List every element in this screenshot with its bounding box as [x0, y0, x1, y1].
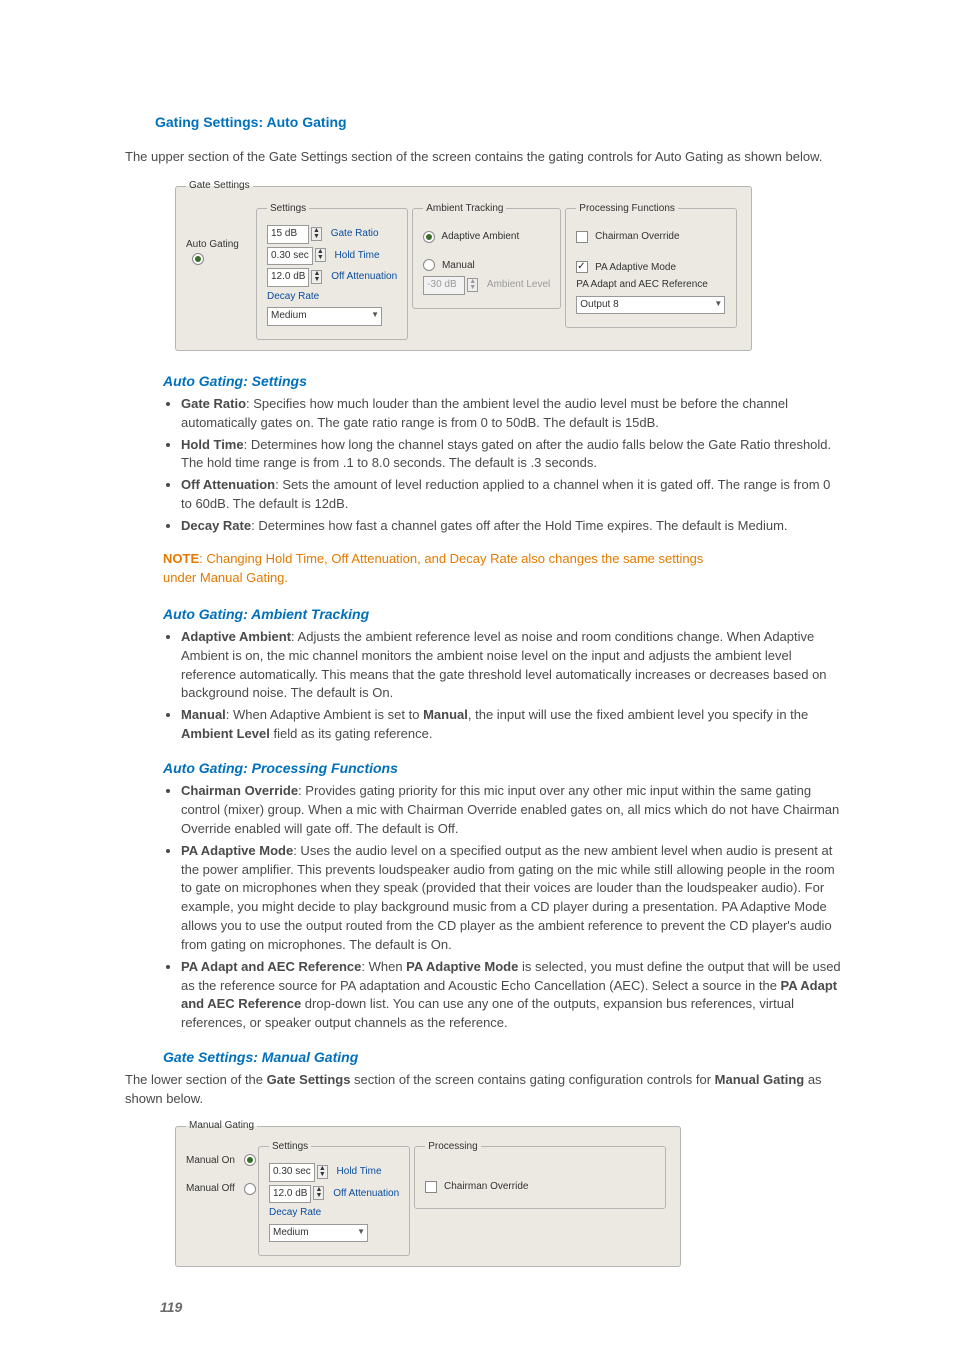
hold-time-input[interactable]: 0.30 sec — [267, 247, 313, 266]
manual-ambient-label: Manual — [442, 260, 475, 271]
spinner-icon[interactable]: ▲▼ — [315, 248, 326, 262]
term-manual: Manual — [181, 707, 226, 722]
manual-decay-label: Decay Rate — [269, 1206, 399, 1221]
text: : Sets the amount of level reduction app… — [181, 477, 830, 511]
gate-settings-legend: Gate Settings — [186, 179, 253, 194]
manual-gating-screenshot: Manual Gating Manual On Manual Off Setti… — [175, 1119, 844, 1267]
text: : When — [361, 959, 406, 974]
text: section of the screen contains gating co… — [350, 1072, 714, 1087]
manual-hold-time-label: Hold Time — [337, 1166, 382, 1177]
term-decay-rate: Decay Rate — [181, 518, 251, 533]
manual-off-atten-label: Off Attenuation — [333, 1188, 399, 1199]
note-text: : Changing Hold Time, Off Attenuation, a… — [163, 551, 703, 585]
ambient-tracking-heading: Auto Gating: Ambient Tracking — [163, 604, 844, 624]
spinner-icon[interactable]: ▲▼ — [313, 1186, 324, 1200]
manual-gating-legend: Manual Gating — [186, 1119, 257, 1134]
settings-legend: Settings — [267, 202, 309, 217]
manual-processing-legend: Processing — [425, 1140, 480, 1155]
section-title: Gating Settings: Auto Gating — [155, 112, 844, 132]
text: field as its gating reference. — [270, 726, 433, 741]
text-bold: Gate Settings — [267, 1072, 351, 1087]
term-gate-ratio: Gate Ratio — [181, 396, 246, 411]
decay-rate-select[interactable]: Medium — [267, 307, 382, 326]
note-block: NOTE: Changing Hold Time, Off Attenuatio… — [163, 550, 723, 588]
text: , the input will use the fixed ambient l… — [468, 707, 808, 722]
term-chairman-override: Chairman Override — [181, 783, 298, 798]
spinner-icon[interactable]: ▲▼ — [311, 227, 322, 241]
auto-gating-radio[interactable] — [192, 253, 204, 265]
off-atten-input[interactable]: 12.0 dB — [267, 268, 309, 287]
pa-ref-select[interactable]: Output 8 — [576, 296, 725, 315]
spinner-icon[interactable]: ▲▼ — [317, 1165, 328, 1179]
text-bold: Ambient Level — [181, 726, 270, 741]
processing-bullets: Chairman Override: Provides gating prior… — [163, 782, 844, 1033]
auto-gating-settings-heading: Auto Gating: Settings — [163, 371, 844, 391]
ambient-bullets: Adaptive Ambient: Adjusts the ambient re… — [163, 628, 844, 744]
adaptive-ambient-radio[interactable] — [423, 231, 435, 243]
manual-gating-heading: Gate Settings: Manual Gating — [163, 1047, 844, 1067]
page-number: 119 — [160, 1297, 182, 1317]
manual-chairman-checkbox[interactable] — [425, 1181, 437, 1193]
manual-off-label: Manual Off — [186, 1183, 235, 1194]
text: The lower section of the — [125, 1072, 267, 1087]
pa-adaptive-checkbox[interactable] — [576, 261, 588, 273]
term-pa-adaptive-mode: PA Adaptive Mode — [181, 843, 293, 858]
off-atten-label: Off Attenuation — [331, 271, 397, 282]
term-off-attenuation: Off Attenuation — [181, 477, 275, 492]
auto-gating-screenshot: Gate Settings Auto Gating Settings 15 dB… — [175, 179, 844, 351]
pa-ref-label: PA Adapt and AEC Reference — [576, 278, 726, 293]
manual-chairman-label: Chairman Override — [444, 1181, 528, 1192]
text: : Specifies how much louder than the amb… — [181, 396, 788, 430]
processing-functions-heading: Auto Gating: Processing Functions — [163, 758, 844, 778]
text: : Determines how fast a channel gates of… — [251, 518, 787, 533]
ambient-level-input: -30 dB — [423, 276, 465, 295]
manual-on-label: Manual On — [186, 1155, 235, 1166]
text-bold: PA Adaptive Mode — [406, 959, 518, 974]
chairman-override-checkbox[interactable] — [576, 231, 588, 243]
auto-gating-label: Auto Gating — [186, 239, 239, 250]
ambient-tracking-legend: Ambient Tracking — [423, 202, 506, 217]
ambient-level-label: Ambient Level — [487, 279, 550, 290]
manual-off-radio[interactable] — [244, 1183, 256, 1195]
text: : Uses the audio level on a specified ou… — [181, 843, 835, 952]
intro-paragraph: The upper section of the Gate Settings s… — [125, 148, 844, 167]
gate-ratio-input[interactable]: 15 dB — [267, 225, 309, 244]
term-pa-adapt-aec-ref: PA Adapt and AEC Reference — [181, 959, 361, 974]
settings-bullets: Gate Ratio: Specifies how much louder th… — [163, 395, 844, 536]
manual-hold-time-input[interactable]: 0.30 sec — [269, 1163, 315, 1182]
manual-gating-intro: The lower section of the Gate Settings s… — [125, 1071, 844, 1109]
pa-adaptive-label: PA Adaptive Mode — [595, 262, 676, 273]
manual-settings-legend: Settings — [269, 1140, 311, 1155]
text: : Determines how long the channel stays … — [181, 437, 831, 471]
manual-off-atten-input[interactable]: 12.0 dB — [269, 1185, 311, 1204]
spinner-icon[interactable]: ▲▼ — [311, 270, 322, 284]
spinner-icon: ▲▼ — [467, 278, 478, 292]
term-hold-time: Hold Time — [181, 437, 244, 452]
manual-decay-select[interactable]: Medium — [269, 1224, 368, 1243]
text: : When Adaptive Ambient is set to — [226, 707, 423, 722]
chairman-override-label: Chairman Override — [595, 231, 679, 242]
text-bold: Manual — [423, 707, 468, 722]
hold-time-label: Hold Time — [335, 250, 380, 261]
adaptive-ambient-label: Adaptive Ambient — [441, 231, 519, 242]
processing-functions-legend: Processing Functions — [576, 202, 678, 217]
text-bold: Manual Gating — [715, 1072, 805, 1087]
gate-ratio-label: Gate Ratio — [331, 228, 379, 239]
decay-rate-label: Decay Rate — [267, 290, 397, 305]
manual-on-radio[interactable] — [244, 1154, 256, 1166]
manual-ambient-radio[interactable] — [423, 259, 435, 271]
note-label: NOTE — [163, 551, 199, 566]
term-adaptive-ambient: Adaptive Ambient — [181, 629, 291, 644]
